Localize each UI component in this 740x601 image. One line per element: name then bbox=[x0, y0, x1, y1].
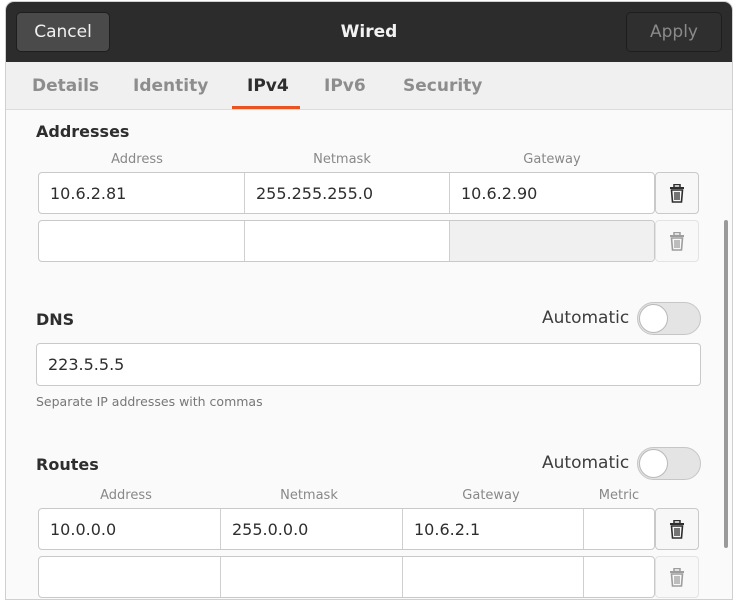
routes-automatic-label: Automatic bbox=[542, 453, 630, 473]
route-row-empty bbox=[38, 556, 655, 598]
delete-address-button[interactable] bbox=[655, 220, 699, 262]
netmask-column-header: Netmask bbox=[313, 152, 371, 167]
switch-knob bbox=[639, 304, 668, 333]
route-gateway-field[interactable] bbox=[403, 557, 584, 597]
routes-heading: Routes bbox=[36, 455, 99, 474]
route-netmask-field[interactable] bbox=[221, 557, 403, 597]
route-address-field[interactable]: 10.0.0.0 bbox=[39, 509, 221, 549]
vertical-scrollbar[interactable] bbox=[724, 220, 728, 548]
tab-identity[interactable]: Identity bbox=[133, 62, 208, 110]
route-metric-field[interactable] bbox=[584, 557, 654, 597]
netmask-field[interactable] bbox=[245, 221, 450, 261]
address-field[interactable]: 10.6.2.81 bbox=[39, 173, 245, 213]
tab-details[interactable]: Details bbox=[32, 62, 99, 110]
tab-ipv6[interactable]: IPv6 bbox=[324, 62, 366, 110]
addresses-heading: Addresses bbox=[36, 122, 130, 141]
tab-security[interactable]: Security bbox=[403, 62, 482, 110]
route-gateway-field[interactable]: 10.6.2.1 bbox=[403, 509, 584, 549]
route-gateway-column-header: Gateway bbox=[462, 488, 520, 503]
active-tab-indicator bbox=[232, 106, 300, 109]
netmask-field[interactable]: 255.255.255.0 bbox=[245, 173, 450, 213]
route-metric-field[interactable] bbox=[584, 509, 654, 549]
ipv4-settings-panel[interactable]: Addresses Address Netmask Gateway 10.6.2… bbox=[6, 110, 732, 599]
dns-automatic-switch[interactable] bbox=[637, 302, 701, 335]
delete-address-button[interactable] bbox=[655, 172, 699, 214]
gateway-column-header: Gateway bbox=[523, 152, 581, 167]
cancel-button[interactable]: Cancel bbox=[16, 12, 110, 52]
routes-automatic-switch[interactable] bbox=[637, 447, 701, 480]
wired-settings-dialog: Cancel Wired Apply Details Identity IPv4… bbox=[6, 2, 732, 599]
delete-route-button[interactable] bbox=[655, 556, 699, 598]
tab-bar: Details Identity IPv4 IPv6 Security bbox=[6, 62, 732, 110]
route-row: 10.0.0.0 255.0.0.0 10.6.2.1 bbox=[38, 508, 655, 550]
route-metric-column-header: Metric bbox=[598, 488, 640, 503]
gateway-field[interactable] bbox=[450, 221, 654, 261]
address-column-header: Address bbox=[111, 152, 163, 167]
route-netmask-field[interactable]: 255.0.0.0 bbox=[221, 509, 403, 549]
address-field[interactable] bbox=[39, 221, 245, 261]
trash-icon bbox=[670, 183, 684, 203]
dns-hint: Separate IP addresses with commas bbox=[36, 394, 263, 409]
route-address-column-header: Address bbox=[100, 488, 152, 503]
dns-servers-input[interactable]: 223.5.5.5 bbox=[36, 343, 701, 386]
address-row: 10.6.2.81 255.255.255.0 10.6.2.90 bbox=[38, 172, 655, 214]
trash-icon bbox=[670, 231, 684, 251]
route-netmask-column-header: Netmask bbox=[280, 488, 338, 503]
dns-automatic-label: Automatic bbox=[542, 308, 630, 328]
switch-knob bbox=[639, 449, 668, 478]
trash-icon bbox=[670, 519, 684, 539]
trash-icon bbox=[670, 567, 684, 587]
delete-route-button[interactable] bbox=[655, 508, 699, 550]
dns-heading: DNS bbox=[36, 310, 75, 329]
address-row-empty bbox=[38, 220, 655, 262]
dialog-title: Wired bbox=[340, 22, 398, 42]
header-bar: Cancel Wired Apply bbox=[6, 2, 732, 62]
gateway-field[interactable]: 10.6.2.90 bbox=[450, 173, 654, 213]
route-address-field[interactable] bbox=[39, 557, 221, 597]
apply-button[interactable]: Apply bbox=[626, 12, 722, 52]
tab-ipv4[interactable]: IPv4 bbox=[247, 62, 289, 110]
